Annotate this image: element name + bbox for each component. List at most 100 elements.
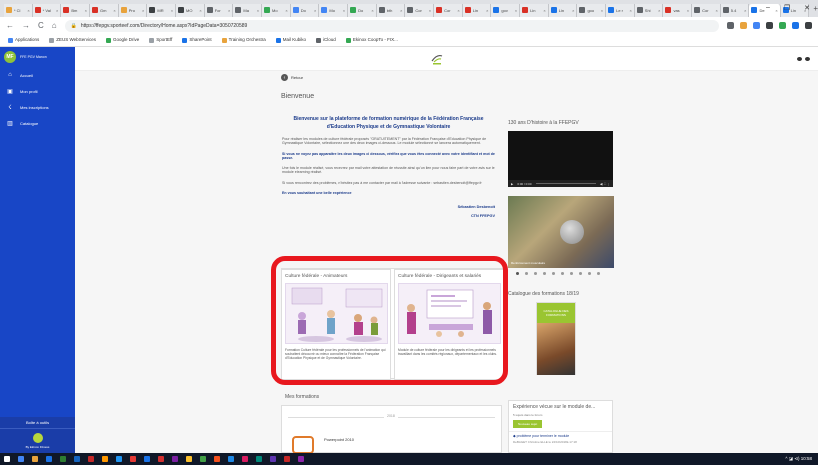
taskbar-app-icon[interactable] [116, 456, 122, 462]
tab-close-icon[interactable]: × [56, 8, 58, 13]
taskbar-app-icon[interactable] [144, 456, 150, 462]
taskbar-app-icon[interactable] [102, 456, 108, 462]
browser-tab[interactable]: Do × [348, 3, 377, 17]
taskbar-app-icon[interactable] [4, 456, 10, 462]
sidebar-item[interactable]: ⌂ Accueil [0, 67, 75, 83]
bookmark-item[interactable]: Applications [8, 37, 39, 43]
taskbar-app-icon[interactable] [284, 456, 290, 462]
browser-tab[interactable]: Mo × [262, 3, 291, 17]
taskbar-app-icon[interactable] [256, 456, 262, 462]
message-icon[interactable] [805, 57, 810, 61]
browser-tab[interactable]: 5.4 × [720, 3, 750, 17]
browser-tab[interactable]: Bm × [61, 3, 91, 17]
toolbox-link[interactable]: Boîte à outils [0, 417, 75, 429]
new-topic-button[interactable]: Nouveau sujet [513, 420, 543, 428]
extension-icon[interactable] [753, 22, 760, 29]
tab-close-icon[interactable]: × [228, 8, 230, 13]
extension-icon[interactable] [727, 22, 734, 29]
catalog-cover[interactable]: CATALOGUE DES FORMATIONS [536, 302, 576, 375]
extension-icon[interactable] [792, 22, 799, 29]
browser-tab[interactable]: Lin × [462, 3, 492, 17]
tab-close-icon[interactable]: × [199, 8, 201, 13]
tab-close-icon[interactable]: × [515, 8, 517, 13]
extension-icon[interactable] [805, 22, 812, 29]
tab-close-icon[interactable]: × [113, 8, 115, 13]
browser-tab[interactable]: Ma × [233, 3, 263, 17]
carousel-dot[interactable] [579, 272, 582, 275]
bookmark-item[interactable]: ZEUS WebServices [49, 37, 96, 43]
browser-tab[interactable]: Lin × [548, 3, 578, 17]
close-button[interactable]: ✕ [804, 4, 810, 12]
carousel-dot[interactable] [561, 272, 564, 275]
taskbar-app-icon[interactable] [228, 456, 234, 462]
carousel-dot[interactable] [597, 272, 600, 275]
tab-close-icon[interactable]: × [429, 8, 431, 13]
tab-close-icon[interactable]: × [658, 8, 660, 13]
play-icon[interactable]: ▶ [511, 182, 513, 186]
taskbar-app-icon[interactable] [270, 456, 276, 462]
tab-close-icon[interactable]: × [371, 8, 373, 13]
sidebar-item[interactable]: ☇ Mes inscriptions [0, 99, 75, 115]
browser-tab[interactable]: vas × [663, 3, 693, 17]
taskbar-app-icon[interactable] [214, 456, 220, 462]
extension-icon[interactable] [779, 22, 786, 29]
browser-tab[interactable]: * Cl × [4, 3, 33, 17]
tab-close-icon[interactable]: × [343, 8, 345, 13]
browser-tab[interactable]: Shi × [634, 3, 664, 17]
reload-icon[interactable]: C [38, 21, 44, 30]
bookmark-item[interactable]: Training Orchestra [221, 37, 266, 43]
sidebar-item[interactable]: ▥ Catalogue [0, 115, 75, 131]
carousel-dot[interactable] [570, 272, 573, 275]
training-name[interactable]: Powerpoint 2010 [324, 437, 354, 442]
taskbar-app-icon[interactable] [158, 456, 164, 462]
browser-tab[interactable]: gov × [491, 3, 521, 17]
bookmark-item[interactable]: Ekinox CoopTo - FIX... [345, 37, 398, 43]
taskbar-app-icon[interactable] [200, 456, 206, 462]
carousel-dot[interactable] [525, 272, 528, 275]
avatar[interactable]: MF [4, 51, 16, 63]
browser-tab[interactable]: MO × [176, 3, 205, 17]
browser-tab[interactable]: * Val × [32, 3, 62, 17]
tab-close-icon[interactable]: × [142, 8, 144, 13]
taskbar-app-icon[interactable] [242, 456, 248, 462]
browser-tab[interactable]: Mo × [319, 3, 349, 17]
notification-icon[interactable] [797, 57, 802, 61]
taskbar-app-icon[interactable] [18, 456, 24, 462]
training-thumbnail-icon[interactable] [292, 436, 314, 454]
carousel-dot[interactable] [534, 272, 537, 275]
browser-tab[interactable]: Pro × [118, 3, 148, 17]
carousel-dot[interactable] [516, 272, 519, 275]
back-link[interactable]: ‹ Retour [281, 74, 303, 81]
browser-tab[interactable]: Gm × [90, 3, 119, 17]
tab-close-icon[interactable]: × [687, 8, 689, 13]
tab-close-icon[interactable]: × [629, 8, 631, 13]
browser-tab[interactable]: Cor × [405, 3, 435, 17]
browser-tab[interactable]: bth × [376, 3, 406, 17]
forward-icon[interactable]: → [22, 21, 30, 30]
carousel-photo[interactable]: Renforcement musculaire [508, 196, 614, 268]
tab-close-icon[interactable]: × [486, 8, 488, 13]
tab-close-icon[interactable]: × [457, 8, 459, 13]
extension-icon[interactable] [766, 22, 773, 29]
browser-tab[interactable]: Lin × [520, 3, 549, 17]
taskbar-app-icon[interactable] [186, 456, 192, 462]
taskbar-app-icon[interactable] [298, 456, 304, 462]
browser-tab[interactable]: Do × [290, 3, 320, 17]
bookmark-item[interactable]: SportEff [149, 37, 172, 43]
tab-close-icon[interactable]: × [85, 8, 87, 13]
carousel-dot[interactable] [552, 272, 555, 275]
tab-close-icon[interactable]: × [285, 8, 287, 13]
carousel-dot[interactable] [588, 272, 591, 275]
taskbar-app-icon[interactable] [74, 456, 80, 462]
bookmark-item[interactable]: SharePoint [182, 37, 212, 43]
browser-tab[interactable]: goo × [577, 3, 607, 17]
carousel-dot[interactable] [543, 272, 546, 275]
browser-tab[interactable]: Le r × [606, 3, 635, 17]
browser-tab[interactable]: Cor × [434, 3, 463, 17]
bookmark-item[interactable]: iCloud [316, 37, 336, 43]
tab-close-icon[interactable]: × [744, 8, 746, 13]
tab-close-icon[interactable]: × [543, 8, 545, 13]
tab-close-icon[interactable]: × [314, 8, 316, 13]
taskbar-app-icon[interactable] [60, 456, 66, 462]
browser-tab[interactable]: MR × [147, 3, 177, 17]
